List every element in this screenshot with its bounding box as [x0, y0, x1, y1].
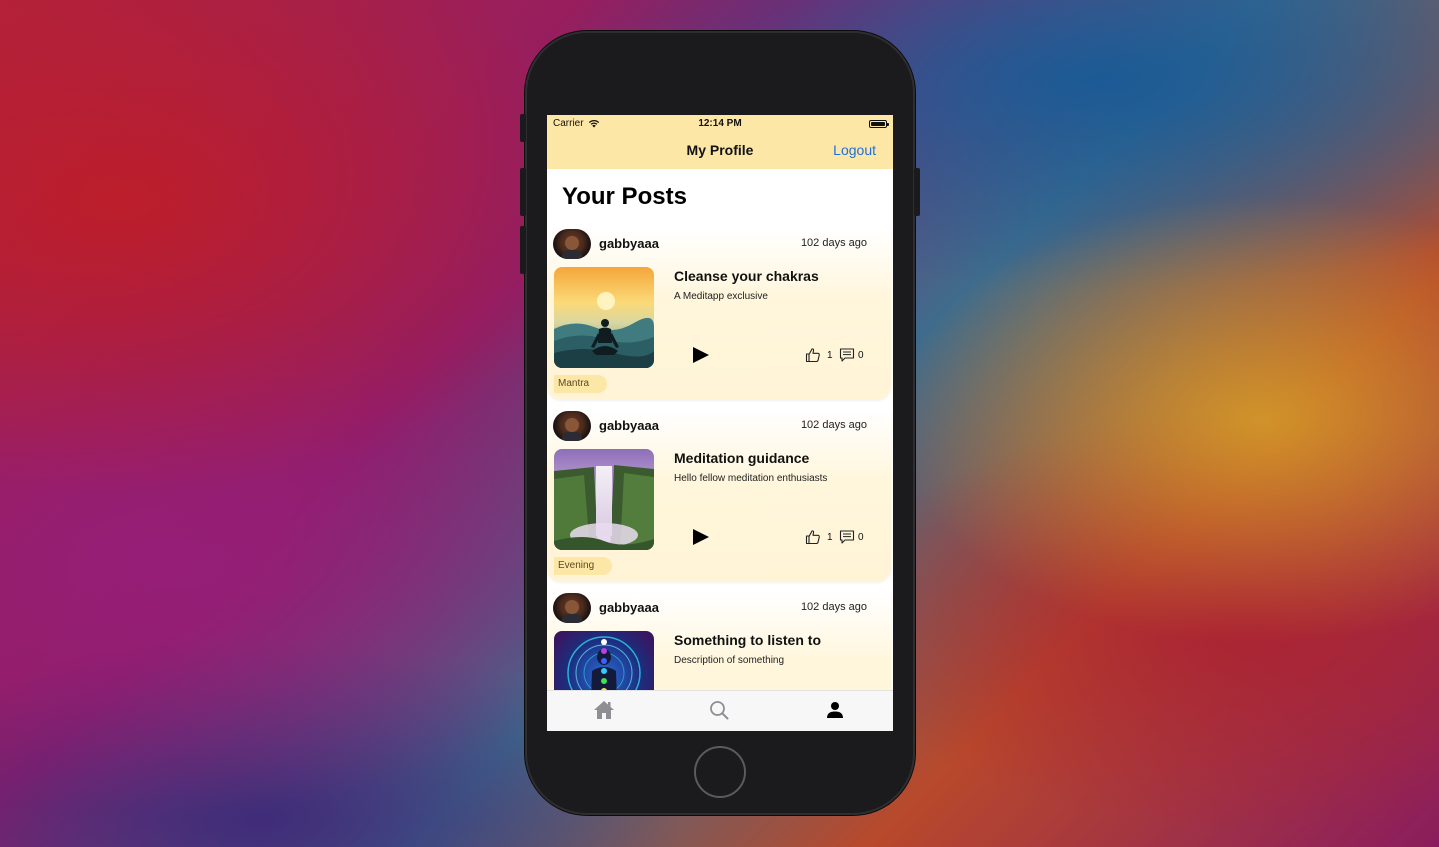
- category-tag[interactable]: Mantra: [554, 375, 608, 393]
- category-tag[interactable]: Evening: [554, 557, 613, 575]
- power-button: [914, 168, 920, 216]
- posts-scroll-view[interactable]: Your Posts gabbyaaa 102 days ago Cleanse…: [547, 169, 893, 690]
- battery-icon: [869, 120, 889, 128]
- volume-down-button: [520, 226, 526, 274]
- mute-switch: [520, 114, 526, 142]
- post-username[interactable]: gabbyaaa: [599, 600, 659, 615]
- thumbs-up-icon[interactable]: [805, 347, 821, 363]
- post-username[interactable]: gabbyaaa: [599, 418, 659, 433]
- avatar[interactable]: [553, 593, 591, 623]
- post-description: A Meditapp exclusive: [674, 291, 768, 302]
- play-icon[interactable]: [693, 529, 709, 545]
- meditation-sunset-image: [554, 267, 654, 368]
- thumbs-up-icon[interactable]: [805, 529, 821, 545]
- avatar[interactable]: [553, 229, 591, 259]
- chakra-image: [554, 631, 654, 690]
- volume-up-button: [520, 168, 526, 216]
- post-title[interactable]: Meditation guidance: [674, 450, 809, 466]
- post-card[interactable]: gabbyaaa 102 days ago: [547, 593, 891, 690]
- search-icon[interactable]: [707, 698, 731, 722]
- post-title[interactable]: Something to listen to: [674, 632, 821, 648]
- post-username[interactable]: gabbyaaa: [599, 236, 659, 251]
- post-thumbnail[interactable]: [554, 631, 654, 690]
- tab-bar: [547, 690, 893, 731]
- post-time-ago: 102 days ago: [800, 419, 867, 431]
- post-thumbnail[interactable]: [554, 449, 654, 550]
- post-description: Description of something: [674, 655, 785, 666]
- home-icon[interactable]: [592, 698, 616, 722]
- post-card[interactable]: gabbyaaa 102 days ago: [547, 229, 891, 400]
- person-icon[interactable]: [823, 698, 847, 722]
- post-description: Hello fellow meditation enthusiasts: [674, 473, 828, 484]
- post-time-ago: 102 days ago: [800, 237, 867, 249]
- post-card[interactable]: gabbyaaa 102 days ago: [547, 411, 891, 582]
- app-screen: Carrier 12:14 PM My Profile Logout Your …: [547, 115, 893, 731]
- section-title: Your Posts: [562, 183, 687, 210]
- comment-count: 0: [858, 532, 864, 543]
- comment-count: 0: [858, 350, 864, 361]
- post-thumbnail[interactable]: [554, 267, 654, 368]
- logout-button[interactable]: Logout: [833, 142, 876, 158]
- post-title[interactable]: Cleanse your chakras: [674, 268, 819, 284]
- like-count: 1: [827, 350, 833, 361]
- home-button[interactable]: [694, 746, 746, 798]
- status-bar: Carrier 12:14 PM: [547, 115, 893, 133]
- comment-icon[interactable]: [839, 529, 855, 545]
- navigation-bar: My Profile Logout: [547, 133, 893, 169]
- post-time-ago: 102 days ago: [800, 601, 867, 613]
- status-time: 12:14 PM: [698, 118, 742, 129]
- avatar[interactable]: [553, 411, 591, 441]
- comment-icon[interactable]: [839, 347, 855, 363]
- like-count: 1: [827, 532, 833, 543]
- waterfall-image: [554, 449, 654, 550]
- play-icon[interactable]: [693, 347, 709, 363]
